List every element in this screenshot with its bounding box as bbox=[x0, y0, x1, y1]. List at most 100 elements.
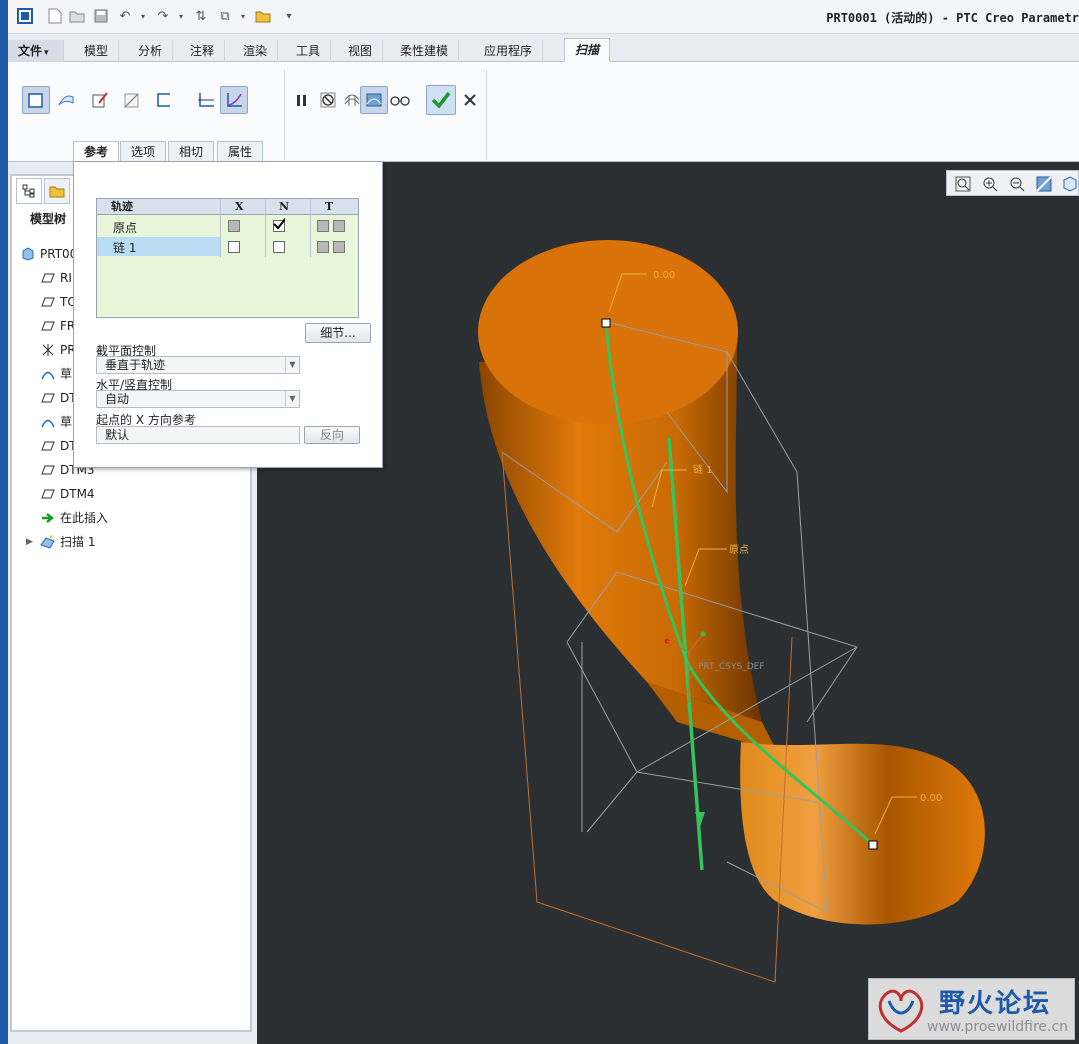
section-plane-value: 垂直于轨迹 bbox=[105, 358, 166, 372]
expand-arrow-icon[interactable]: ▶ bbox=[26, 532, 40, 552]
datum-plane-icon bbox=[40, 390, 56, 406]
datum-plane-icon bbox=[40, 462, 56, 478]
folder-browser-icon[interactable] bbox=[44, 178, 70, 204]
redo-icon[interactable]: ↷ bbox=[154, 7, 172, 25]
section-plane-select[interactable]: 垂直于轨迹 ▼ bbox=[96, 356, 300, 374]
tree-item-insert-here[interactable]: 在此插入 bbox=[40, 508, 108, 528]
view-toolbar bbox=[946, 170, 1079, 196]
csys-label[interactable]: PRT_CSYS_DEF bbox=[698, 662, 765, 672]
constant-section-icon[interactable] bbox=[192, 86, 220, 114]
table-row[interactable]: 原点 bbox=[97, 217, 358, 236]
tree-item-dtm2[interactable]: DT bbox=[40, 436, 77, 456]
tab-view[interactable]: 视图 bbox=[338, 40, 384, 62]
tree-item-sketch-1[interactable]: 草 bbox=[40, 364, 72, 384]
tree-item-top-plane[interactable]: TO bbox=[40, 292, 77, 312]
customize-icon[interactable]: ▾ bbox=[280, 7, 298, 25]
left-edge-strip bbox=[0, 0, 8, 1044]
references-panel: 轨迹 X N T 原点 链 1 细节... 截平面控制 垂直于轨迹 ▼ 水平/竖… bbox=[73, 161, 383, 468]
chain-label[interactable]: 链 1 bbox=[693, 463, 713, 476]
x-checkbox[interactable] bbox=[228, 241, 240, 253]
surface-icon[interactable] bbox=[52, 86, 80, 114]
bottom-value-label[interactable]: 0.00 bbox=[920, 793, 942, 804]
windows-dropdown-icon[interactable]: ▾ bbox=[234, 7, 252, 25]
close-window-icon[interactable] bbox=[254, 7, 272, 25]
tree-item-csys[interactable]: PR bbox=[40, 340, 76, 360]
model-tree-tab-icon[interactable] bbox=[16, 178, 42, 204]
ok-check-icon[interactable] bbox=[426, 85, 456, 115]
x-checkbox[interactable] bbox=[228, 220, 240, 232]
t-checkbox[interactable] bbox=[317, 220, 329, 232]
tree-item-sketch-2[interactable]: 草 bbox=[40, 412, 72, 432]
chevron-down-icon: ▾ bbox=[44, 48, 49, 58]
start-point-handle[interactable] bbox=[601, 318, 611, 328]
svg-text:*: * bbox=[49, 535, 53, 543]
solid-icon[interactable] bbox=[22, 86, 50, 114]
n-checkbox[interactable] bbox=[273, 241, 285, 253]
tab-flexible-modeling[interactable]: 柔性建模 bbox=[390, 40, 460, 62]
tree-item-part[interactable]: PRT00 bbox=[20, 244, 77, 264]
title-bar: ↶ ▾ ↷ ▾ ⇅ ⧉ ▾ ▾ PRT0001 (活动的) - PTC Creo… bbox=[8, 0, 1079, 34]
origin-label[interactable]: 原点 bbox=[729, 544, 749, 556]
window-title: PRT0001 (活动的) - PTC Creo Parametr bbox=[826, 11, 1079, 25]
geometry-preview-icon[interactable] bbox=[360, 86, 388, 114]
undo-dropdown-icon[interactable]: ▾ bbox=[134, 7, 152, 25]
t-checkbox[interactable] bbox=[317, 241, 329, 253]
hv-control-select[interactable]: 自动 ▼ bbox=[96, 390, 300, 408]
cancel-x-icon[interactable] bbox=[456, 86, 484, 114]
csys-icon bbox=[40, 342, 56, 358]
zoom-out-icon[interactable] bbox=[1007, 174, 1027, 194]
remove-material-icon[interactable] bbox=[118, 86, 146, 114]
t-checkbox[interactable] bbox=[333, 241, 345, 253]
datum-plane-icon bbox=[40, 294, 56, 310]
tree-item-dtm1[interactable]: DT bbox=[40, 388, 77, 408]
start-x-reference-field[interactable]: 默认 bbox=[96, 426, 300, 444]
watermark-title: 野火论坛 bbox=[939, 989, 1052, 1019]
subtab-options[interactable]: 选项 bbox=[120, 141, 167, 162]
tree-item-sweep[interactable]: ▶ * 扫描 1 bbox=[26, 532, 95, 552]
subtab-references[interactable]: 参考 bbox=[73, 141, 120, 162]
sketch-edit-icon[interactable] bbox=[86, 86, 114, 114]
thicken-icon[interactable] bbox=[150, 86, 178, 114]
tab-annotate[interactable]: 注释 bbox=[180, 40, 226, 62]
end-point-handle[interactable] bbox=[868, 840, 878, 850]
glasses-preview-icon[interactable] bbox=[386, 86, 414, 114]
zoom-in-icon[interactable] bbox=[980, 174, 1000, 194]
tree-item-dtm4[interactable]: DTM4 bbox=[40, 484, 95, 504]
tab-model[interactable]: 模型 bbox=[74, 40, 120, 62]
tree-item-right-plane[interactable]: RI bbox=[40, 268, 72, 288]
tab-render[interactable]: 渲染 bbox=[233, 40, 279, 62]
chevron-down-icon: ▼ bbox=[285, 357, 299, 373]
part-icon bbox=[20, 246, 36, 262]
flip-button[interactable]: 反向 bbox=[304, 426, 360, 444]
tab-analysis[interactable]: 分析 bbox=[128, 40, 174, 62]
open-icon[interactable] bbox=[68, 7, 86, 25]
save-icon[interactable] bbox=[92, 7, 110, 25]
n-checkbox[interactable] bbox=[273, 218, 285, 232]
app-icon[interactable] bbox=[16, 7, 34, 25]
tab-tools[interactable]: 工具 bbox=[286, 40, 332, 62]
new-icon[interactable] bbox=[46, 7, 64, 25]
saved-orientation-icon[interactable] bbox=[1059, 174, 1079, 194]
insert-arrow-icon bbox=[40, 510, 56, 526]
subtab-tangency[interactable]: 相切 bbox=[168, 141, 215, 162]
regenerate-icon[interactable]: ⇅ bbox=[192, 7, 210, 25]
details-button[interactable]: 细节... bbox=[305, 323, 371, 343]
tab-sweep[interactable]: 扫描 bbox=[564, 38, 611, 62]
tab-file[interactable]: 文件 ▾ bbox=[8, 40, 64, 62]
redo-dropdown-icon[interactable]: ▾ bbox=[172, 7, 190, 25]
t-checkbox[interactable] bbox=[333, 220, 345, 232]
pause-icon[interactable] bbox=[288, 86, 316, 114]
variable-section-icon[interactable] bbox=[220, 86, 248, 114]
top-value-label[interactable]: 0.00 bbox=[653, 270, 675, 281]
datum-plane-icon bbox=[40, 318, 56, 334]
tree-item-front-plane[interactable]: FR bbox=[40, 316, 75, 336]
refit-icon[interactable] bbox=[953, 174, 973, 194]
repaint-icon[interactable] bbox=[1034, 174, 1054, 194]
table-row-selected[interactable]: 链 1 bbox=[97, 237, 358, 256]
undo-icon[interactable]: ↶ bbox=[116, 7, 134, 25]
tab-applications[interactable]: 应用程序 bbox=[474, 40, 544, 62]
subtab-properties[interactable]: 属性 bbox=[217, 141, 264, 162]
model-tree-title: 模型树 bbox=[30, 212, 67, 226]
windows-icon[interactable]: ⧉ bbox=[216, 7, 234, 25]
sweep-icon: * bbox=[40, 534, 56, 550]
